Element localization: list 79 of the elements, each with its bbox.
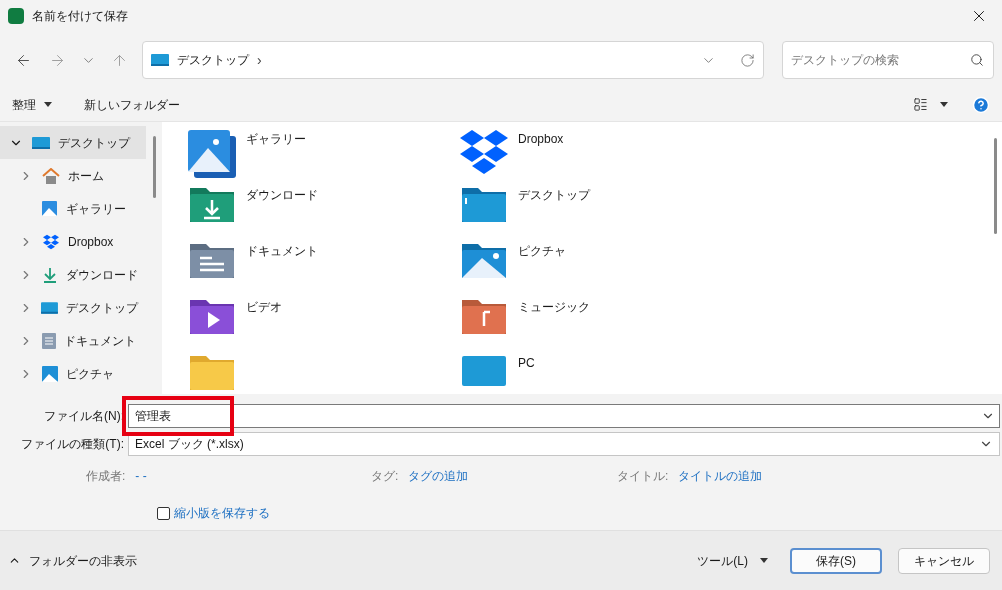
dropbox-icon bbox=[42, 233, 60, 250]
checkbox[interactable] bbox=[157, 506, 170, 520]
address-bar[interactable]: デスクトップ › bbox=[142, 41, 764, 79]
desktop-icon bbox=[32, 135, 50, 150]
save-button[interactable]: 保存(S) bbox=[790, 547, 882, 574]
sidebar-label: ホーム bbox=[68, 167, 104, 185]
folder-item[interactable]: ビデオ bbox=[186, 296, 458, 352]
meta-value[interactable]: - - bbox=[135, 467, 147, 485]
filename-value: 管理表 bbox=[134, 408, 172, 425]
sidebar-item[interactable]: ドキュメント bbox=[0, 324, 146, 357]
meta-label: 作成者: bbox=[86, 468, 126, 485]
caret-icon bbox=[940, 102, 948, 107]
folder-item[interactable]: PC bbox=[458, 352, 988, 394]
dropbox-icon bbox=[458, 128, 510, 176]
checkbox-label: 縮小版を保存する bbox=[174, 505, 270, 522]
picture-icon bbox=[42, 365, 58, 382]
meta-value[interactable]: タイトルの追加 bbox=[678, 467, 763, 485]
desktop-icon bbox=[151, 53, 169, 67]
filename-field[interactable]: 管理表 bbox=[128, 404, 1000, 428]
meta-value[interactable]: タグの追加 bbox=[408, 467, 469, 485]
address-path[interactable]: デスクトップ bbox=[177, 51, 249, 69]
sidebar-item[interactable]: ギャラリー bbox=[0, 192, 146, 225]
sidebar-label: Dropbox bbox=[68, 233, 114, 251]
folder-label: ミュージック bbox=[518, 299, 590, 316]
folder-item[interactable]: Dropbox bbox=[458, 128, 988, 184]
caret-icon bbox=[44, 102, 52, 107]
folder-item[interactable]: ミュージック bbox=[458, 296, 988, 352]
refresh-icon[interactable] bbox=[740, 52, 755, 68]
meta-label: タグ: bbox=[371, 468, 399, 485]
filetype-label: ファイルの種類(T): bbox=[20, 436, 125, 453]
caret-icon bbox=[760, 558, 768, 563]
tools-button[interactable]: ツール(L) bbox=[697, 551, 768, 570]
sidebar-label: デスクトップ bbox=[66, 299, 138, 317]
folder-label: ギャラリー bbox=[246, 131, 306, 148]
search-field[interactable]: デスクトップの検索 bbox=[782, 41, 994, 79]
new-folder-button[interactable]: 新しいフォルダー bbox=[84, 95, 180, 114]
sidebar-item[interactable]: ホーム bbox=[0, 159, 146, 192]
download-icon bbox=[42, 266, 58, 283]
gallery-icon bbox=[186, 128, 238, 180]
path-separator[interactable]: › bbox=[257, 49, 262, 71]
search-icon bbox=[970, 53, 984, 67]
view-list-icon bbox=[913, 97, 928, 112]
scrollbar-thumb[interactable] bbox=[152, 136, 156, 198]
folder-item[interactable]: ピクチャ bbox=[458, 240, 988, 296]
folder-item[interactable]: ダウンロード bbox=[186, 184, 458, 240]
help-icon[interactable] bbox=[972, 95, 990, 114]
filename-label: ファイル名(N): bbox=[43, 408, 125, 425]
folder-label: PC bbox=[518, 355, 535, 372]
folder-label: デスクトップ bbox=[518, 187, 590, 204]
sidebar-label: ピクチャ bbox=[66, 365, 114, 383]
folder-label: ダウンロード bbox=[246, 187, 318, 204]
folder-label: ピクチャ bbox=[518, 243, 566, 260]
sidebar-label: ダウンロード bbox=[66, 266, 138, 284]
folder-label: Dropbox bbox=[518, 131, 564, 148]
folder-item[interactable]: デスクトップ bbox=[458, 184, 988, 240]
view-button[interactable] bbox=[913, 97, 948, 112]
folder-item[interactable]: ドキュメント bbox=[186, 240, 458, 296]
sidebar-item[interactable]: デスクトップ bbox=[0, 126, 146, 159]
folder-label: ドキュメント bbox=[246, 243, 318, 260]
gallery-icon bbox=[42, 200, 58, 217]
filetype-dropdown[interactable]: Excel ブック (*.xlsx) bbox=[128, 432, 1000, 456]
sidebar-item[interactable]: Dropbox bbox=[0, 225, 146, 258]
folder-label: ビデオ bbox=[246, 299, 282, 316]
folder-item[interactable]: ギャラリー bbox=[186, 128, 458, 184]
sidebar-label: ドキュメント bbox=[64, 332, 136, 350]
document-icon bbox=[42, 332, 56, 349]
meta-label: タイトル: bbox=[617, 468, 669, 485]
window-title: 名前を付けて保存 bbox=[32, 8, 128, 25]
sidebar-item[interactable]: ピクチャ bbox=[0, 357, 146, 390]
sidebar-label: デスクトップ bbox=[58, 134, 130, 152]
desktop-icon bbox=[41, 300, 58, 315]
scrollbar-thumb[interactable] bbox=[993, 138, 997, 234]
hide-folders-button[interactable]: フォルダーの非表示 bbox=[8, 551, 137, 570]
sidebar-item[interactable]: ダウンロード bbox=[0, 258, 146, 291]
sidebar-item[interactable]: デスクトップ bbox=[0, 291, 146, 324]
sidebar-label: ギャラリー bbox=[66, 200, 126, 218]
organize-button[interactable]: 整理 bbox=[12, 95, 52, 114]
home-icon bbox=[42, 167, 60, 184]
cancel-button[interactable]: キャンセル bbox=[898, 547, 990, 574]
